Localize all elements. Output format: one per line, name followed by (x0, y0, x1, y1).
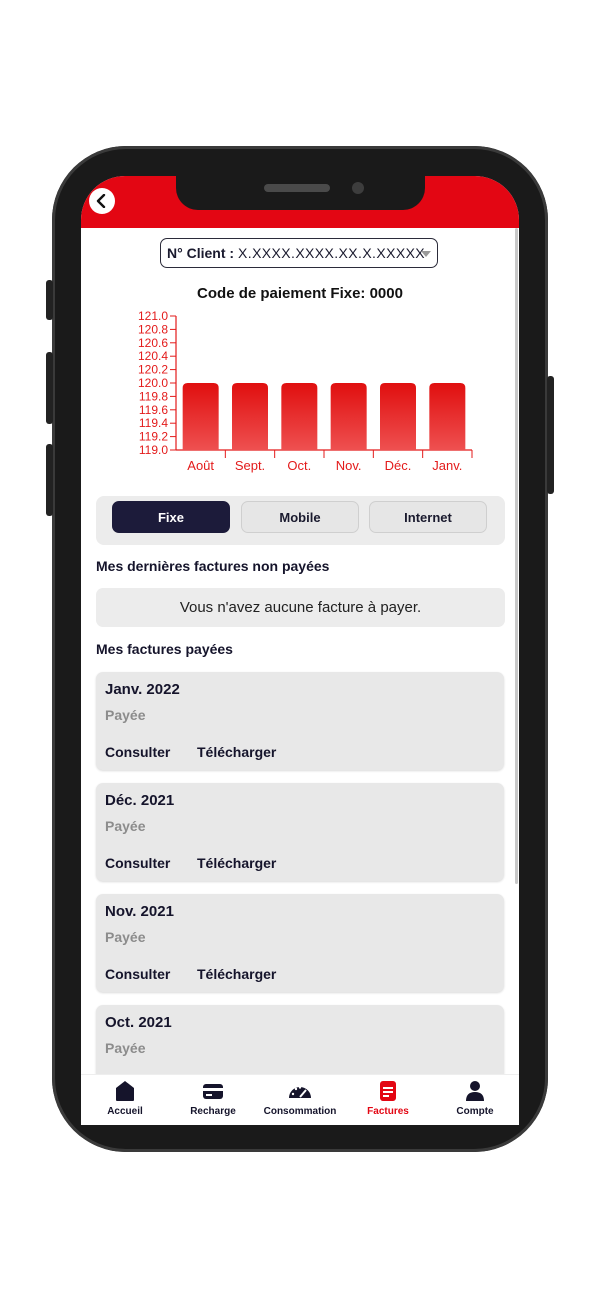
chevron-left-icon (96, 194, 106, 208)
speaker (264, 184, 330, 192)
chart-bar (281, 383, 318, 450)
tab-fixe[interactable]: Fixe (112, 501, 230, 533)
user-icon (466, 1081, 484, 1101)
nav-label: Consommation (263, 1106, 337, 1117)
x-tick-label: Janv. (432, 458, 462, 473)
dropdown-arrow-icon (421, 251, 431, 257)
x-tick-label: Nov. (336, 458, 362, 473)
download-button[interactable]: Télécharger (197, 966, 276, 982)
chart-bar (380, 383, 416, 450)
nav-label: Recharge (190, 1106, 236, 1117)
y-tick-label: 120.8 (138, 322, 168, 336)
invoice-status: Payée (105, 929, 146, 945)
nav-factures[interactable]: Factures (344, 1079, 432, 1117)
invoice-month: Nov. 2021 (105, 903, 174, 920)
download-button[interactable]: Télécharger (197, 744, 276, 760)
mute-switch (46, 280, 53, 320)
consult-button[interactable]: Consulter (105, 855, 170, 871)
y-tick-label: 119.4 (139, 416, 168, 430)
x-tick-label: Août (187, 458, 214, 473)
invoice-icon (380, 1081, 396, 1101)
y-tick-label: 120.2 (138, 363, 168, 377)
nav-compte[interactable]: Compte (431, 1079, 519, 1117)
back-button[interactable] (89, 188, 115, 214)
y-tick-label: 120.6 (138, 336, 168, 350)
chart-bar (232, 383, 268, 450)
x-tick-label: Déc. (385, 458, 412, 473)
nav-label: Accueil (107, 1106, 143, 1117)
nav-label: Factures (367, 1106, 409, 1117)
y-tick-label: 119.6 (139, 403, 168, 417)
invoice-month: Janv. 2022 (105, 681, 180, 698)
paid-invoices-title: Mes factures payées (96, 641, 233, 657)
front-camera (352, 182, 364, 194)
scrollbar[interactable] (515, 228, 518, 884)
volume-up-button (46, 352, 53, 424)
unpaid-invoices-title: Mes dernières factures non payées (96, 558, 330, 574)
consumption-chart: 119.0119.2119.4119.6119.8120.0120.2120.4… (138, 309, 473, 473)
invoice-status: Payée (105, 818, 146, 834)
gauge-icon (289, 1086, 311, 1098)
notch (176, 176, 425, 210)
invoice-status: Payée (105, 1040, 146, 1056)
nav-label: Compte (456, 1106, 494, 1117)
invoice-card: Déc. 2021 Payée Consulter Télécharger (96, 783, 504, 881)
chart-title: Code de paiement Fixe: 0000 (197, 285, 403, 302)
y-tick-label: 120.4 (138, 349, 168, 363)
home-icon (116, 1081, 134, 1101)
invoice-month: Oct. 2021 (105, 1014, 172, 1031)
service-tabs: Fixe Mobile Internet (96, 496, 505, 545)
client-number-select[interactable]: N° Client : X.XXXX.XXXX.XX.X.XXXXX (160, 238, 438, 268)
y-tick-label: 119.8 (139, 389, 168, 403)
client-number-value: X.XXXX.XXXX.XX.X.XXXXX (238, 245, 426, 261)
chart-bar (330, 383, 367, 450)
card-icon (203, 1084, 223, 1099)
invoice-card: Nov. 2021 Payée Consulter Télécharger (96, 894, 504, 992)
bottom-nav: Accueil Recharge Consommation Factures C… (81, 1074, 519, 1125)
x-tick-label: Sept. (235, 458, 265, 473)
invoice-status: Payée (105, 707, 146, 723)
y-tick-label: 120.0 (138, 376, 168, 390)
nav-consommation[interactable]: Consommation (256, 1079, 344, 1117)
y-tick-label: 121.0 (138, 309, 168, 323)
tab-mobile[interactable]: Mobile (241, 501, 359, 533)
consult-button[interactable]: Consulter (105, 744, 170, 760)
power-button (547, 376, 554, 494)
volume-down-button (46, 444, 53, 516)
download-button[interactable]: Télécharger (197, 855, 276, 871)
invoice-card: Janv. 2022 Payée Consulter Télécharger (96, 672, 504, 770)
y-tick-label: 119.0 (139, 443, 168, 457)
invoice-month: Déc. 2021 (105, 792, 175, 809)
chart-bar (182, 383, 219, 450)
nav-recharge[interactable]: Recharge (169, 1079, 257, 1117)
nav-accueil[interactable]: Accueil (81, 1079, 169, 1117)
consult-button[interactable]: Consulter (105, 966, 170, 982)
chart-bar (429, 383, 466, 450)
x-tick-label: Oct. (287, 458, 311, 473)
y-tick-label: 119.2 (139, 430, 168, 444)
tab-internet[interactable]: Internet (369, 501, 487, 533)
client-number-label: N° Client : (167, 245, 235, 261)
invoice-card: Oct. 2021 Payée (96, 1005, 504, 1074)
no-unpaid-message: Vous n'avez aucune facture à payer. (96, 588, 505, 627)
